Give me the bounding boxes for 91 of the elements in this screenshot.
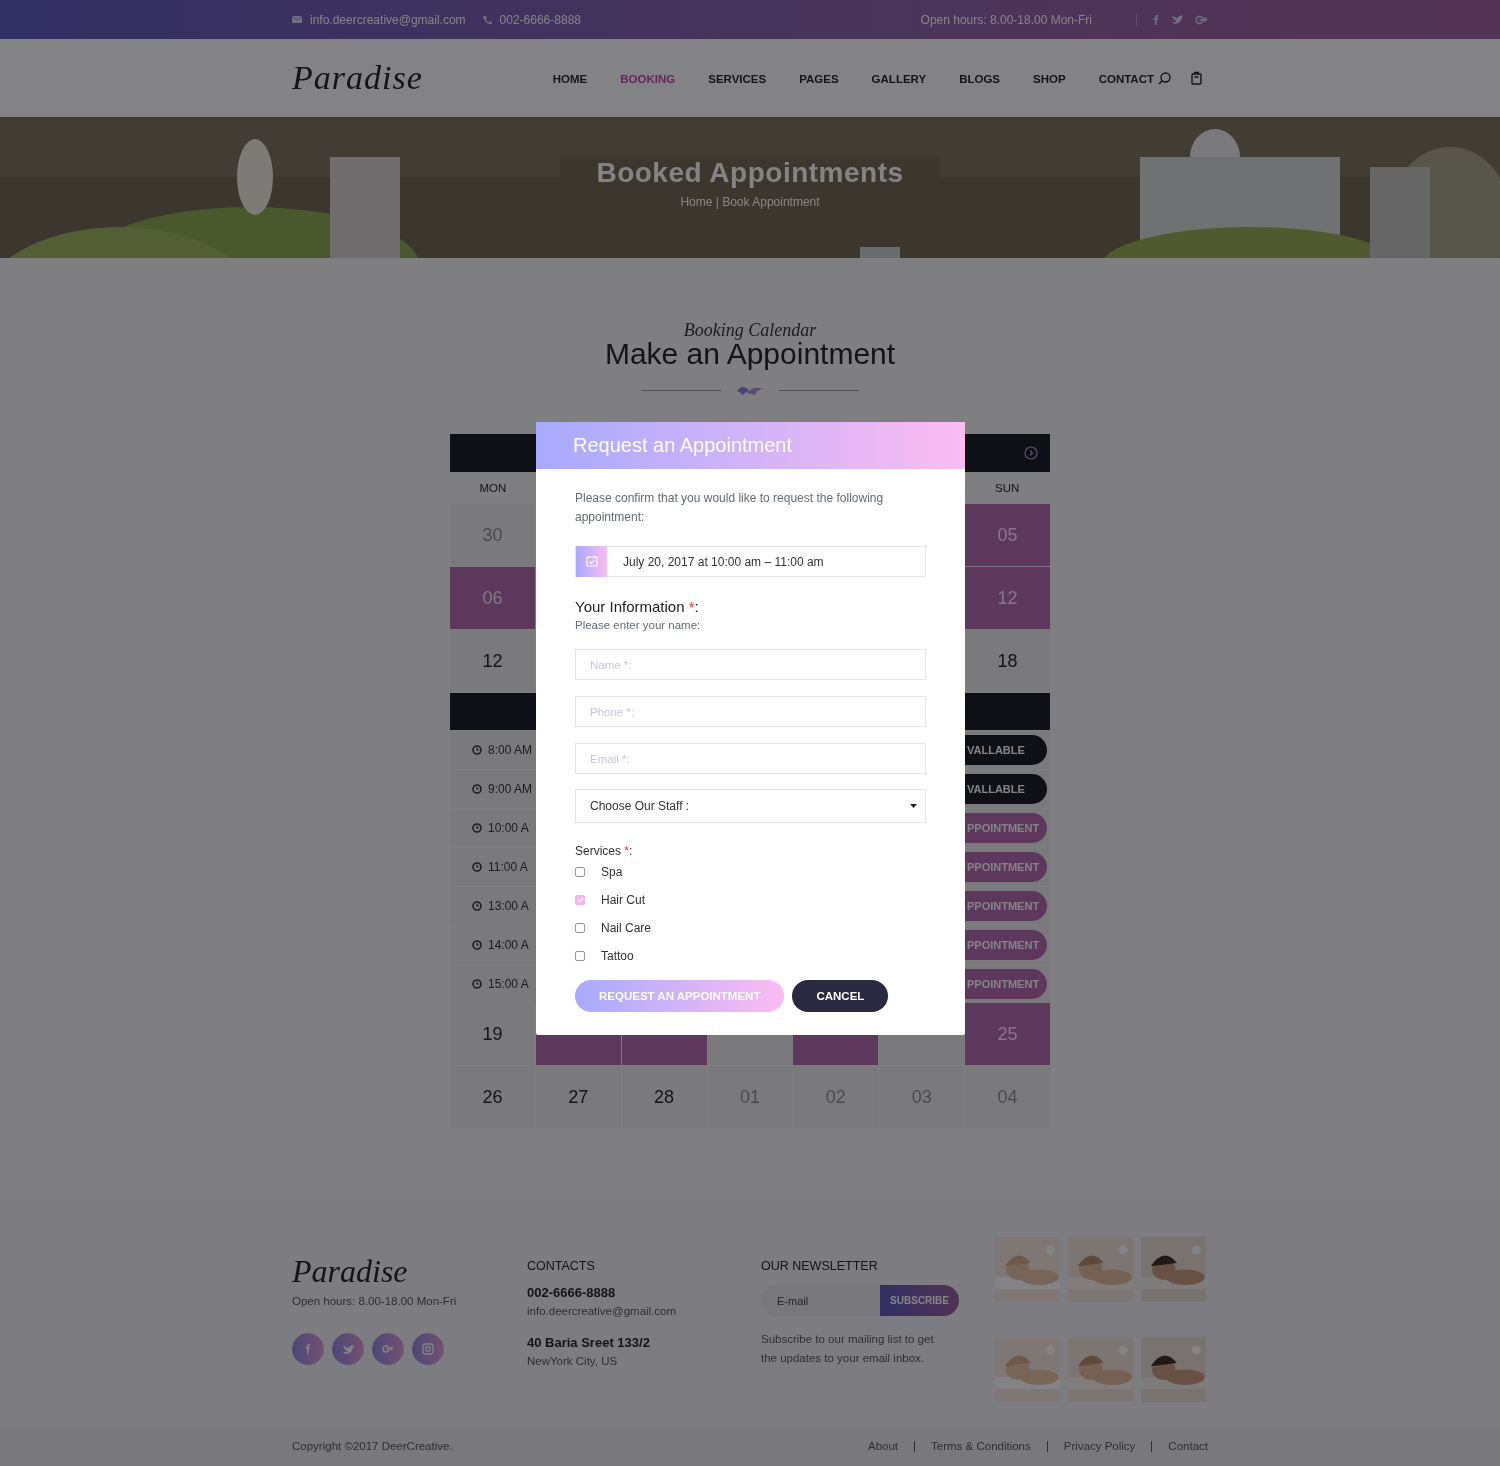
checkbox-label[interactable]: Hair Cut — [601, 893, 645, 907]
twitter-icon[interactable] — [332, 1333, 364, 1365]
calendar-day[interactable]: 28 — [621, 1066, 707, 1128]
page-title: Booked Appointments — [596, 157, 904, 189]
footer-address: 40 Baria Sreet 133/2 — [527, 1335, 651, 1350]
clock-icon — [472, 745, 482, 755]
facebook-icon[interactable] — [292, 1333, 324, 1365]
calendar-day[interactable]: 25 — [965, 1003, 1050, 1065]
calendar-day[interactable]: 05 — [965, 504, 1050, 566]
nav-link[interactable]: SHOP — [1033, 73, 1066, 85]
nav-link[interactable]: PAGES — [799, 73, 839, 85]
weekday-label: MON — [478, 482, 508, 494]
footer-heading: OUR NEWSLETTER — [761, 1259, 879, 1273]
weekday-label: SUN — [994, 482, 1021, 494]
checkbox-label[interactable]: Spa — [601, 865, 623, 879]
clock-icon — [472, 901, 482, 911]
checkbox[interactable] — [575, 951, 585, 961]
shopping-bag-icon[interactable] — [1191, 71, 1202, 85]
newsletter-text: Subscribe to our mailing list to get the updates to your email inbox. — [761, 1332, 935, 1366]
footer-phone: 002-6666-8888 — [527, 1285, 617, 1300]
top-email[interactable]: info.deercreative@gmail.com — [310, 12, 466, 27]
services-label: Services *: — [575, 844, 634, 858]
input-field[interactable]: Phone *: — [575, 696, 926, 727]
opening-hours: Open hours: 8.00-18.00 Mon-Fri — [292, 1294, 458, 1309]
mail-icon — [292, 15, 302, 24]
checkbox-label[interactable]: Tattoo — [601, 949, 634, 963]
search-icon[interactable] — [1158, 71, 1171, 85]
request-appointment-button[interactable]: REQUEST AN APPOINTMENT — [575, 980, 785, 1012]
nav-link[interactable]: CONTACT — [1098, 73, 1154, 85]
logo[interactable]: Paradise — [292, 59, 423, 97]
script-subtitle: Booking Calendar — [683, 320, 817, 341]
newsletter-email-field[interactable]: E-mail — [761, 1285, 881, 1316]
google-plus-icon[interactable] — [1195, 13, 1208, 25]
opening-hours: Open hours: 8.00-18.00 Mon-Fri — [920, 12, 1092, 27]
checkbox[interactable] — [575, 867, 585, 877]
nav-link[interactable]: HOME — [552, 73, 588, 85]
clock-icon — [472, 862, 482, 872]
time-slot: 11:00 A — [488, 860, 528, 874]
cancel-button[interactable]: CANCEL — [792, 980, 889, 1012]
calendar-day[interactable]: 26 — [450, 1066, 535, 1128]
copyright: Copyright ©2017 DeerCreative. — [292, 1440, 453, 1452]
nav-link[interactable]: GALLERY — [871, 73, 927, 85]
time-slot: 15:00 A — [488, 977, 529, 991]
appointment-date-field: July 20, 2017 at 10:00 am – 11:00 am — [575, 546, 926, 577]
instagram-icon[interactable] — [412, 1333, 444, 1365]
name-hint: Please enter your name: — [575, 619, 701, 631]
facebook-icon[interactable] — [1151, 13, 1159, 26]
footer-link[interactable]: Privacy Policy — [1046, 1440, 1152, 1452]
next-month-icon[interactable] — [1024, 446, 1038, 460]
clock-icon — [472, 823, 482, 833]
nav-link[interactable]: SERVICES — [708, 73, 767, 85]
top-phone[interactable]: 002-6666-8888 — [499, 12, 581, 27]
nav-link[interactable]: BOOKING — [620, 73, 676, 85]
clock-icon — [472, 979, 482, 989]
calendar-day[interactable]: 18 — [965, 630, 1050, 692]
checkbox-label[interactable]: Nail Care — [601, 921, 651, 935]
google-plus-icon[interactable] — [372, 1333, 404, 1365]
checkbox[interactable] — [575, 895, 585, 905]
footer-city: NewYork City, US — [527, 1354, 619, 1369]
clock-icon — [472, 784, 482, 794]
calendar-day[interactable]: 12 — [450, 630, 535, 692]
checkbox[interactable] — [575, 923, 585, 933]
footer-link[interactable]: Contact — [1151, 1440, 1208, 1452]
footer-heading: CONTACTS — [527, 1259, 596, 1273]
confirmation-text: Please confirm that you would like to request the following appointment: — [575, 490, 885, 526]
calendar-icon — [576, 546, 607, 577]
clock-icon — [472, 940, 482, 950]
phone-icon — [481, 14, 492, 25]
input-field[interactable]: Name *: — [575, 649, 926, 680]
footer-link[interactable]: Terms & Conditions — [914, 1440, 1047, 1452]
calendar-day[interactable]: 06 — [450, 567, 535, 629]
staff-dropdown[interactable]: Choose Our Staff : — [575, 789, 926, 823]
breadcrumb[interactable]: Home | Book Appointment — [680, 195, 820, 209]
footer-link[interactable]: About — [852, 1440, 915, 1452]
time-slot: 13:00 A — [488, 899, 529, 913]
time-slot: 8:00 AM — [488, 743, 533, 757]
time-slot: 14:00 A — [488, 938, 529, 952]
info-heading: Your Information *: — [575, 598, 700, 615]
calendar-day[interactable]: 19 — [450, 1003, 535, 1065]
input-field[interactable]: Email *: — [575, 743, 926, 774]
footer-email[interactable]: info.deercreative@gmail.com — [527, 1302, 761, 1321]
subscribe-button[interactable]: SUBSCRIBE — [880, 1285, 959, 1316]
nav-link[interactable]: BLOGS — [959, 73, 1001, 85]
footer-logo[interactable]: Paradise — [292, 1253, 408, 1290]
modal-title: Request an Appointment — [573, 434, 793, 457]
calendar-day[interactable]: 12 — [965, 567, 1050, 629]
calendar-day[interactable]: 27 — [535, 1066, 621, 1128]
check-icon — [576, 896, 584, 904]
time-slot: 9:00 AM — [488, 782, 533, 796]
twitter-icon[interactable] — [1171, 13, 1183, 25]
time-slot: 10:00 A — [488, 821, 529, 835]
